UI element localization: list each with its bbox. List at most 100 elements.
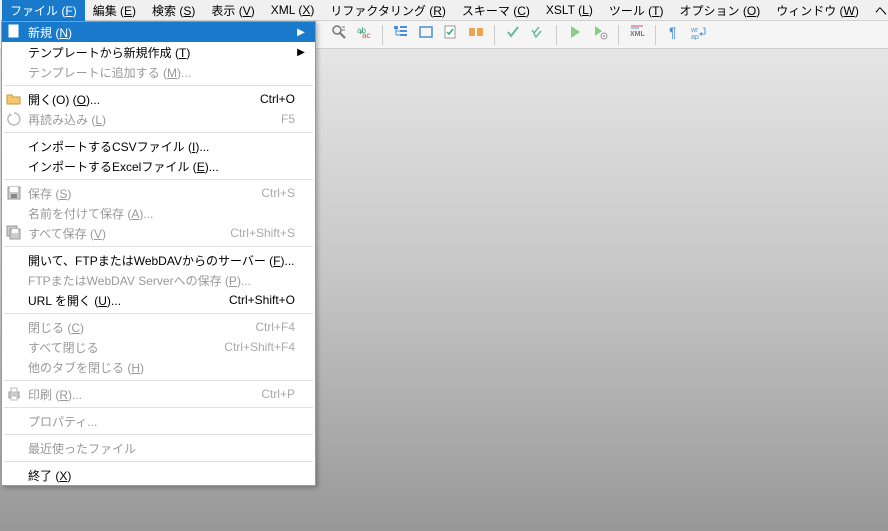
save-all-icon [4, 225, 24, 241]
menu-item[interactable]: 新規 (N)▶ [2, 22, 315, 42]
menu-item[interactable]: 開く(O) (O)...Ctrl+O [2, 89, 315, 109]
menu-item-label: インポートするCSVファイル (I)... [24, 138, 295, 155]
structure-button[interactable] [390, 24, 412, 46]
menu-separator [4, 461, 313, 462]
menu-item-label: インポートするExcelファイル (E)... [24, 158, 295, 175]
svg-text:XML: XML [630, 31, 645, 38]
double-check-icon [530, 24, 546, 45]
menu-item: FTPまたはWebDAV Serverへの保存 (P)... [2, 270, 315, 290]
menu-item-label: すべて閉じる [24, 339, 216, 356]
menu-item-label: 閉じる (C) [24, 319, 247, 336]
menu-item[interactable]: インポートするCSVファイル (I)... [2, 136, 315, 156]
menubar-item-c[interactable]: スキーマ (C) [454, 0, 538, 21]
svg-text:ap: ap [691, 34, 699, 40]
menu-separator [4, 85, 313, 86]
menu-item: すべて保存 (V)Ctrl+Shift+S [2, 223, 315, 243]
menu-item-shortcut: Ctrl+O [252, 92, 295, 106]
menubar-item-l[interactable]: XSLT (L) [538, 1, 601, 19]
print-icon [4, 386, 24, 402]
menu-separator [4, 313, 313, 314]
menu-separator [4, 179, 313, 180]
menubar-item-o[interactable]: オプション (O) [672, 0, 769, 21]
svg-text:ac: ac [362, 31, 370, 40]
menu-item-label: 他のタブを閉じる (H) [24, 359, 295, 376]
find-replace-icon: abac [356, 24, 372, 45]
menubar-item-w[interactable]: ウィンドウ (W) [768, 0, 867, 21]
find-icon [331, 24, 347, 45]
menu-item-label: テンプレートに追加する (M)... [24, 64, 295, 81]
menu-item[interactable]: 開いて、FTPまたはWebDAVからのサーバー (F)... [2, 250, 315, 270]
play-settings-button[interactable] [589, 24, 611, 46]
new-file-icon [4, 24, 24, 40]
wrap-button[interactable]: wrap [688, 24, 710, 46]
menu-item[interactable]: 終了 (X) [2, 465, 315, 485]
menu-item: テンプレートに追加する (M)... [2, 62, 315, 82]
menu-item: 最近使ったファイル [2, 438, 315, 458]
tags-icon [468, 24, 484, 45]
menu-item-label: すべて保存 (V) [24, 225, 222, 242]
menu-item-label: URL を開く (U)... [24, 292, 221, 309]
menubar-item-f[interactable]: ファイル (F) [2, 0, 85, 21]
menubar-item-h[interactable]: ヘルプ (H) [867, 0, 888, 21]
pilcrow-button[interactable]: ¶ [663, 24, 685, 46]
menu-item-label: 開いて、FTPまたはWebDAVからのサーバー (F)... [24, 252, 295, 269]
menu-item-shortcut: Ctrl+F4 [247, 320, 295, 334]
find-replace-button[interactable]: abac [353, 24, 375, 46]
menu-item-label: 名前を付けて保存 (A)... [24, 205, 295, 222]
rect-button[interactable] [415, 24, 437, 46]
menu-item: プロパティ... [2, 411, 315, 431]
xml-button[interactable]: XML [626, 24, 648, 46]
menu-item[interactable]: テンプレートから新規作成 (T)▶ [2, 42, 315, 62]
menu-item-label: 印刷 (R)... [24, 386, 253, 403]
validate-button[interactable] [440, 24, 462, 46]
menu-item: 再読み込み (L)F5 [2, 109, 315, 129]
menu-item[interactable]: URL を開く (U)...Ctrl+Shift+O [2, 290, 315, 310]
menu-item-shortcut: F5 [273, 112, 295, 126]
menu-item: 閉じる (C)Ctrl+F4 [2, 317, 315, 337]
menu-item-label: FTPまたはWebDAV Serverへの保存 (P)... [24, 272, 295, 289]
file-menu-dropdown: 新規 (N)▶テンプレートから新規作成 (T)▶ テンプレートに追加する (M).… [1, 21, 316, 486]
menubar-item-r[interactable]: リファクタリング (R) [322, 0, 454, 21]
menu-item-label: 終了 (X) [24, 467, 295, 484]
menu-item[interactable]: インポートするExcelファイル (E)... [2, 156, 315, 176]
menu-separator [4, 407, 313, 408]
wrap-icon: wrap [691, 24, 707, 45]
menu-item-label: 開く(O) (O)... [24, 91, 252, 108]
play-settings-icon [592, 24, 608, 45]
menu-separator [4, 132, 313, 133]
tags-button[interactable] [465, 24, 487, 46]
reload-icon [4, 111, 24, 127]
menu-item-label: 再読み込み (L) [24, 111, 273, 128]
submenu-arrow-icon: ▶ [295, 47, 307, 58]
menubar-item-e[interactable]: 編集 (E) [85, 0, 144, 21]
pilcrow-icon: ¶ [666, 24, 682, 45]
check-icon [505, 24, 521, 45]
play-button[interactable] [564, 24, 586, 46]
menu-separator [4, 380, 313, 381]
menu-item-label: 新規 (N) [24, 24, 295, 41]
menu-separator [4, 434, 313, 435]
menu-item-shortcut: Ctrl+Shift+S [222, 226, 295, 240]
menubar: ファイル (F)編集 (E)検索 (S)表示 (V)XML (X)リファクタリン… [0, 0, 888, 21]
menu-item-shortcut: Ctrl+P [253, 387, 295, 401]
folder-open-icon [4, 91, 24, 107]
menu-item-shortcut: Ctrl+S [253, 186, 295, 200]
menubar-item-s[interactable]: 検索 (S) [144, 0, 203, 21]
menu-item-shortcut: Ctrl+Shift+O [221, 293, 295, 307]
svg-text:¶: ¶ [669, 24, 677, 40]
menu-item: 他のタブを閉じる (H) [2, 357, 315, 377]
check-button[interactable] [502, 24, 524, 46]
menubar-item-v[interactable]: 表示 (V) [203, 0, 262, 21]
menubar-item-x[interactable]: XML (X) [263, 1, 323, 19]
find-button[interactable] [328, 24, 350, 46]
menu-item: 保存 (S)Ctrl+S [2, 183, 315, 203]
save-icon [4, 185, 24, 201]
structure-icon [393, 24, 409, 45]
play-icon [567, 24, 583, 45]
xml-icon: XML [629, 24, 645, 45]
menu-item-label: 最近使ったファイル [24, 440, 295, 457]
toolbar-groups: abac XML ¶ wrap [324, 24, 714, 46]
menu-item-label: プロパティ... [24, 413, 295, 430]
double-check-button[interactable] [527, 24, 549, 46]
menubar-item-t[interactable]: ツール (T) [601, 0, 672, 21]
